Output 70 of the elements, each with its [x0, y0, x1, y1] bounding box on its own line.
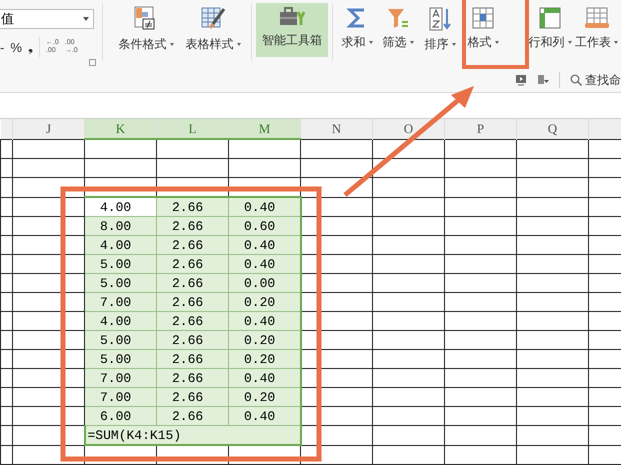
- search-command-field[interactable]: 查找命: [570, 72, 621, 88]
- column-header[interactable]: P: [444, 119, 516, 139]
- table-cell: 2.66: [172, 314, 204, 328]
- sort-icon: [428, 6, 452, 32]
- ribbon-button[interactable]: 智能工具箱: [256, 3, 328, 57]
- table-cell: 4.00: [100, 200, 132, 214]
- highlight-box: [462, 0, 529, 69]
- table-cell: 5.00: [100, 256, 132, 272]
- number-format-button[interactable]: ❟: [28, 39, 33, 55]
- table-cell: 0.20: [244, 390, 276, 404]
- ribbon-button[interactable]: 格式: [461, 3, 505, 57]
- table-cell: 0.00: [244, 276, 276, 290]
- number-format-field[interactable]: 值: [0, 9, 94, 29]
- column-header[interactable]: Q: [516, 119, 588, 139]
- search-icon: [570, 74, 582, 86]
- number-format-button[interactable]: %: [10, 40, 22, 54]
- launcher-icon[interactable]: [89, 59, 96, 66]
- table-cell: 2.66: [172, 352, 204, 366]
- table-cell: 2.66: [172, 200, 204, 214]
- table-cell: 8.00: [100, 218, 132, 234]
- ribbon-button[interactable]: 筛选: [377, 3, 419, 57]
- ribbon-button[interactable]: 工作表: [573, 3, 620, 57]
- column-header[interactable]: J: [12, 119, 84, 139]
- rows-columns-icon: [538, 6, 562, 30]
- table-cell: 2.66: [172, 332, 204, 348]
- table-cell: 2.66: [172, 218, 204, 234]
- screen-icon[interactable]: [515, 74, 527, 86]
- table-cell: 4.00: [100, 238, 132, 252]
- table-cell: 0.40: [244, 370, 276, 386]
- table-cell: 2.66: [172, 390, 204, 404]
- column-header[interactable]: M: [228, 119, 300, 139]
- table-cell: 0.60: [244, 218, 276, 234]
- table-cell: 6.00: [100, 408, 132, 424]
- column-header[interactable]: N: [300, 119, 372, 139]
- ribbon-button[interactable]: 表格样式: [179, 3, 247, 57]
- table-cell: 0.40: [244, 200, 276, 214]
- table-cell: 0.40: [244, 314, 276, 328]
- table-cell: 2.66: [172, 370, 204, 386]
- table-cell: 4.00: [100, 314, 132, 328]
- table-cell: 0.20: [244, 332, 276, 348]
- table-brush-icon: [200, 6, 226, 32]
- table-cell: 5.00: [100, 352, 132, 366]
- table-cell: 5.00: [100, 332, 132, 348]
- table-cell: 2.66: [172, 256, 204, 272]
- table-cell: 2.66: [172, 276, 204, 290]
- table-cell: 7.00: [100, 390, 132, 404]
- table-cell: 5.00: [100, 276, 132, 290]
- table-cell: 0.40: [244, 256, 276, 272]
- table-cell: 0.20: [244, 352, 276, 366]
- number-format-button[interactable]: -: [0, 40, 4, 54]
- table-cell: 2.66: [172, 238, 204, 252]
- ribbon-button[interactable]: 求和: [337, 3, 377, 57]
- sheet-icon: [584, 6, 610, 30]
- grid-icon: [471, 6, 495, 30]
- table-cell: 0.20: [244, 294, 276, 310]
- table-cell: 2.66: [172, 408, 204, 424]
- column-header[interactable]: L: [156, 119, 228, 139]
- table-cell: 7.00: [100, 294, 132, 310]
- ribbon-button[interactable]: 行和列: [527, 3, 573, 57]
- table-cell: 0.40: [244, 408, 276, 424]
- ribbon-button[interactable]: 排序: [419, 3, 461, 57]
- funnel-icon: [386, 6, 410, 30]
- dropdown-icon[interactable]: [537, 74, 549, 86]
- table-cell: 0.40: [244, 238, 276, 252]
- toolbox-icon: [278, 6, 306, 28]
- column-header[interactable]: K: [84, 119, 156, 139]
- formula-cell: =SUM(K4:K15): [88, 428, 182, 442]
- table-cell: 2.66: [172, 294, 204, 310]
- table-cell: 7.00: [100, 370, 132, 386]
- ribbon-button[interactable]: 条件格式: [113, 3, 179, 57]
